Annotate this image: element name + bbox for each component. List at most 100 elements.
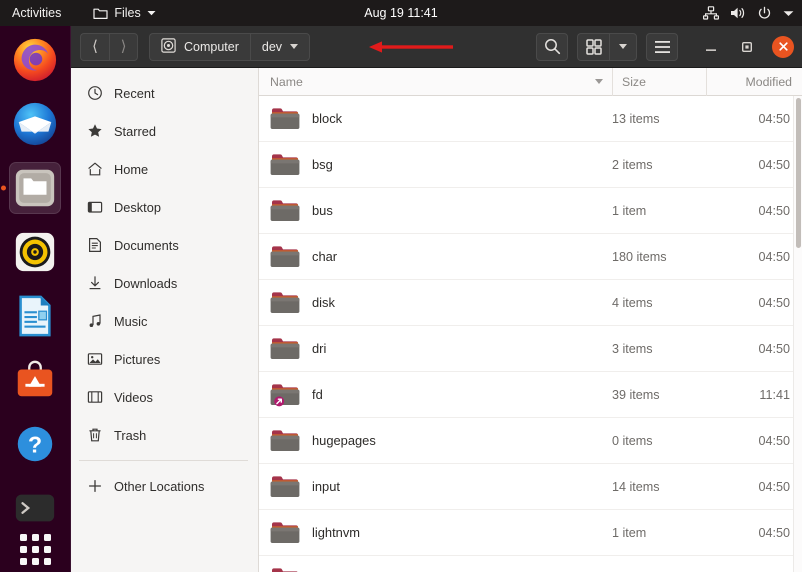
minimize-button[interactable] [700,36,722,58]
dock-item-libreoffice-writer[interactable] [9,290,61,342]
forward-button[interactable]: ⟩ [109,32,138,61]
thunderbird-icon [13,102,57,146]
grid-view-icon [585,38,602,55]
grid-dot [43,533,51,541]
dock-item-terminal[interactable] [9,482,61,534]
annotation-arrow-icon [369,41,453,53]
search-button[interactable] [536,32,568,61]
sidebar-item-home[interactable]: Home [71,150,258,188]
file-name-label: disk [312,295,335,310]
dock-item-ubuntu-software[interactable] [9,354,61,406]
file-manager-window: ⟨ ⟩ Computer dev Recent Starred Home Des… [71,26,802,572]
chevron-down-icon [147,10,156,16]
table-row[interactable]: input 14 items 04:50 [259,464,802,510]
back-button[interactable]: ⟨ [80,32,109,61]
activities-button[interactable]: Activities [0,6,71,20]
column-label-name: Name [270,74,303,89]
chevron-down-icon [783,10,794,17]
file-modified-cell: 11:41 [759,387,790,402]
file-modified-cell: 04:50 [758,295,790,310]
maximize-button[interactable] [736,36,758,58]
desktop-icon [86,199,103,216]
music-note-icon [86,313,103,330]
file-size-cell: 1 item [612,525,647,540]
file-name-label: dri [312,341,327,356]
column-header-name[interactable]: Name [259,68,612,96]
table-row[interactable]: bus 1 item 04:50 [259,188,802,234]
folder-icon [270,566,300,572]
file-name-label: bsg [312,157,333,172]
table-row[interactable]: disk 4 items 04:50 [259,280,802,326]
folder-icon [270,106,300,132]
table-row[interactable]: hugepages 0 items 04:50 [259,418,802,464]
chevron-right-icon: ⟩ [120,38,127,55]
clock-icon [86,85,103,102]
main-menu-button[interactable] [646,32,678,61]
file-modified-cell: 04:50 [758,525,790,540]
dock-item-firefox[interactable] [9,34,61,86]
sort-descending-icon [595,79,603,84]
sidebar-item-starred[interactable]: Starred [71,112,258,150]
folder-icon [270,152,300,178]
table-row[interactable]: lightnvm 1 item 04:50 [259,510,802,556]
chevron-left-icon: ⟨ [92,38,98,55]
hamburger-menu-icon [654,40,670,53]
breadcrumb-label-computer: Computer [184,39,239,54]
scrollbar-thumb[interactable] [796,98,801,248]
sidebar-item-desktop[interactable]: Desktop [71,188,258,226]
sidebar-item-downloads[interactable]: Downloads [71,264,258,302]
volume-icon [730,6,746,20]
sidebar-item-music[interactable]: Music [71,302,258,340]
breadcrumb: Computer dev [149,32,311,61]
grid-dot [19,545,27,553]
sidebar-item-videos[interactable]: Videos [71,378,258,416]
view-options-button[interactable] [609,32,637,61]
sidebar-item-recent[interactable]: Recent [71,74,258,112]
sidebar-item-pictures[interactable]: Pictures [71,340,258,378]
folder-icon [270,336,300,362]
table-row[interactable]: bsg 2 items 04:50 [259,142,802,188]
breadcrumb-item-dev[interactable]: dev [249,32,311,61]
table-row[interactable]: dri 3 items 04:50 [259,326,802,372]
chevron-down-icon [619,44,627,49]
dock-item-help[interactable]: ? [9,418,61,470]
sidebar-label: Desktop [114,199,161,215]
column-label-size: Size [622,74,646,89]
file-modified-cell: 04:50 [758,203,790,218]
table-row[interactable]: fd 39 items 11:41 [259,372,802,418]
file-modified-cell: 04:50 [758,479,790,494]
dock-item-files[interactable] [9,162,61,214]
column-header-modified[interactable]: Modified [706,67,802,96]
table-row[interactable]: char 180 items 04:50 [259,234,802,280]
download-icon [86,275,103,292]
file-size-cell: 13 items [612,111,660,126]
network-icon [703,6,719,20]
folder-icon [270,520,300,546]
column-header-size[interactable]: Size [612,67,706,96]
status-indicators[interactable] [703,0,794,26]
grid-view-button[interactable] [577,32,609,61]
folder-icon [93,7,108,20]
sidebar-item-trash[interactable]: Trash [71,416,258,454]
sidebar-label: Pictures [114,351,161,367]
dock-item-thunderbird[interactable] [9,98,61,150]
breadcrumb-item-computer[interactable]: Computer [149,32,250,61]
folder-icon [270,290,300,316]
vertical-scrollbar[interactable] [793,96,802,572]
plus-icon [86,478,103,495]
sidebar-item-other-locations[interactable]: Other Locations [71,467,258,505]
close-button[interactable] [772,35,794,58]
terminal-icon [15,494,55,522]
file-size-cell: 0 items [612,433,653,448]
trash-icon [86,427,103,444]
table-row[interactable]: block 13 items 04:50 [259,96,802,142]
window-header-bar: ⟨ ⟩ Computer dev [71,26,802,68]
disk-icon [161,37,176,56]
sidebar-item-documents[interactable]: Documents [71,226,258,264]
file-name-label: fd [312,387,323,402]
show-applications-button[interactable] [15,533,55,565]
dock-item-rhythmbox[interactable] [9,226,61,278]
file-name-cell: hugepages [259,428,612,454]
table-row[interactable] [259,556,802,572]
app-menu-files[interactable]: Files [87,6,161,20]
